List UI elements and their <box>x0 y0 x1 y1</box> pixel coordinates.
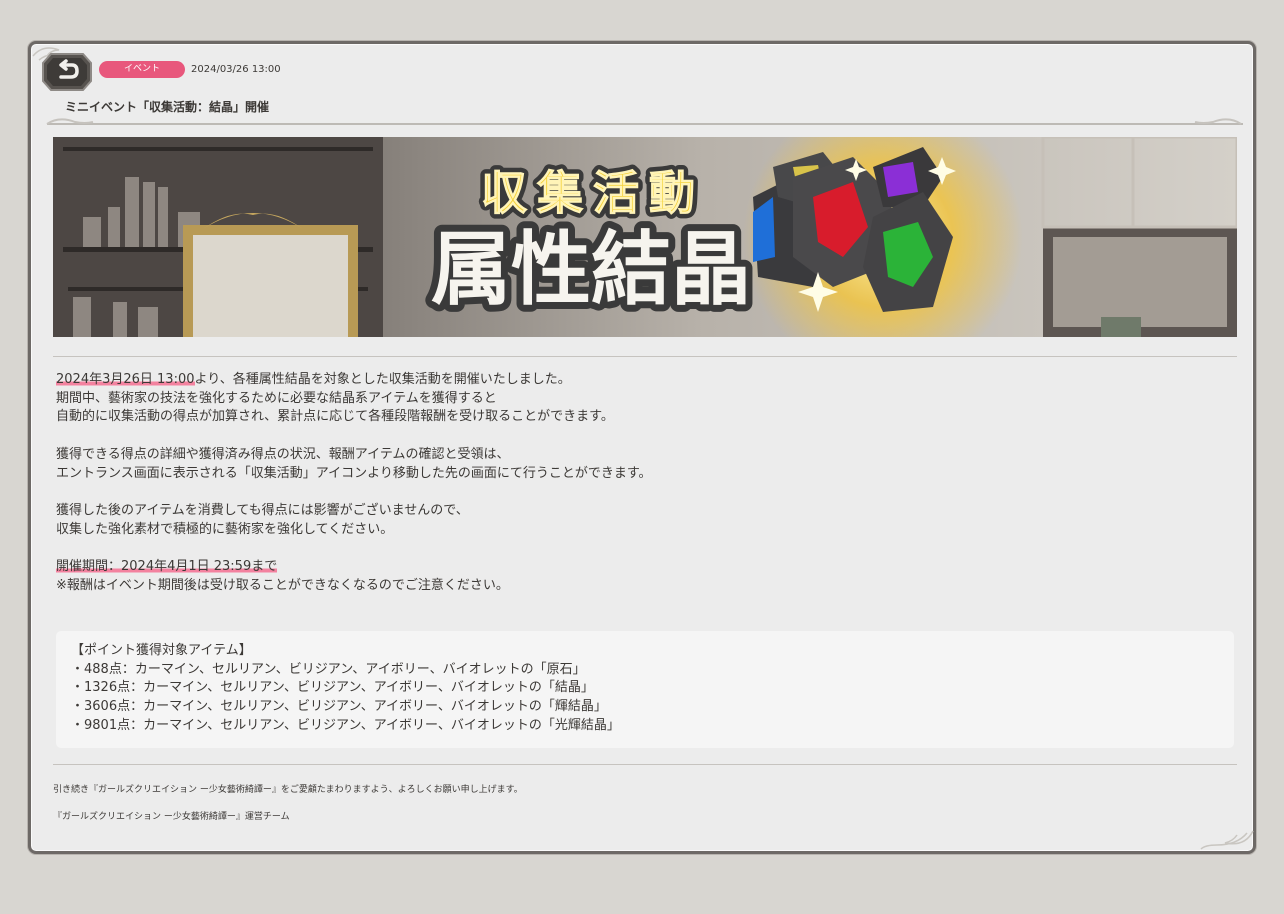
notice-body: 2024年3月26日 13:00より、各種属性結晶を対象とした収集活動を開催いた… <box>56 371 1206 595</box>
corner-ornament-bottom-right <box>1200 830 1254 850</box>
body-line: 獲得できる得点の詳細や獲得済み得点の状況、報酬アイテムの確認と受領は、 <box>56 446 510 462</box>
divider-ornament-right <box>1194 118 1242 125</box>
event-banner-art: 収集活動 収集活動 属性結晶 属性結晶 <box>53 137 1237 337</box>
page-title: ミニイベント「収集活動：結晶」開催 <box>65 100 270 114</box>
header-divider <box>47 123 1243 125</box>
list-item: ・488点：カーマイン、セルリアン、ビリジアン、アイボリー、バイオレットの「原石… <box>71 661 586 677</box>
items-heading: 【ポイント獲得対象アイテム】 <box>71 643 252 658</box>
back-button[interactable] <box>41 51 93 93</box>
list-item: ・3606点：カーマイン、セルリアン、ビリジアン、アイボリー、バイオレットの「輝… <box>71 699 607 715</box>
divider-ornament-left <box>46 118 94 125</box>
start-date-highlight: 2024年3月26日 13:00 <box>56 372 195 387</box>
footer-divider <box>53 764 1237 765</box>
body-line: 自動的に収集活動の得点が加算され、累計点に応じて各種段階報酬を受け取ることができ… <box>56 409 614 425</box>
list-item: ・9801点：カーマイン、セルリアン、ビリジアン、アイボリー、バイオレットの「光… <box>71 717 620 733</box>
body-line: エントランス画面に表示される「収集活動」アイコンより移動した先の画面にて行うこと… <box>56 465 652 481</box>
body-line: より、各種属性結晶を対象とした収集活動を開催いたしました。 <box>194 372 571 387</box>
back-arrow-icon <box>42 53 92 91</box>
body-line: 収集した強化素材で積極的に藝術家を強化してください。 <box>56 521 394 537</box>
footer-message: 引き続き『ガールズクリエイション ー少女藝術綺譚ー』をご愛顧たまわりますよう、よ… <box>53 785 523 795</box>
notice-panel: イベント 2024/03/26 13:00 ミニイベント「収集活動：結晶」開催 <box>28 41 1256 854</box>
body-line: 期間中、藝術家の技法を強化するために必要な結晶系アイテムを獲得すると <box>56 390 497 406</box>
target-items-box: 【ポイント獲得対象アイテム】 ・488点：カーマイン、セルリアン、ビリジアン、ア… <box>56 631 1234 748</box>
period-note: ※報酬はイベント期間後は受け取ることができなくなるのでご注意ください。 <box>56 577 509 593</box>
event-period-highlight: 開催期間：2024年4月1日 23:59まで <box>56 558 278 574</box>
body-line: 獲得した後のアイテムを消費しても得点には影響がございませんので、 <box>56 502 469 518</box>
list-item: ・1326点：カーマイン、セルリアン、ビリジアン、アイボリー、バイオレットの「結… <box>71 680 594 696</box>
post-date: 2024/03/26 13:00 <box>191 64 281 75</box>
footer-signature: 『ガールズクリエイション ー少女藝術綺譚ー』運営チーム <box>53 812 290 822</box>
event-banner: 収集活動 収集活動 属性結晶 属性結晶 <box>53 137 1237 337</box>
svg-text:収集活動: 収集活動 <box>481 166 705 220</box>
svg-text:属性結晶: 属性結晶 <box>431 223 751 316</box>
category-badge: イベント <box>99 61 185 78</box>
content-divider <box>53 356 1237 357</box>
body-paragraph: 2024年3月26日 13:00より、各種属性結晶を対象とした収集活動を開催いた… <box>56 371 1206 390</box>
